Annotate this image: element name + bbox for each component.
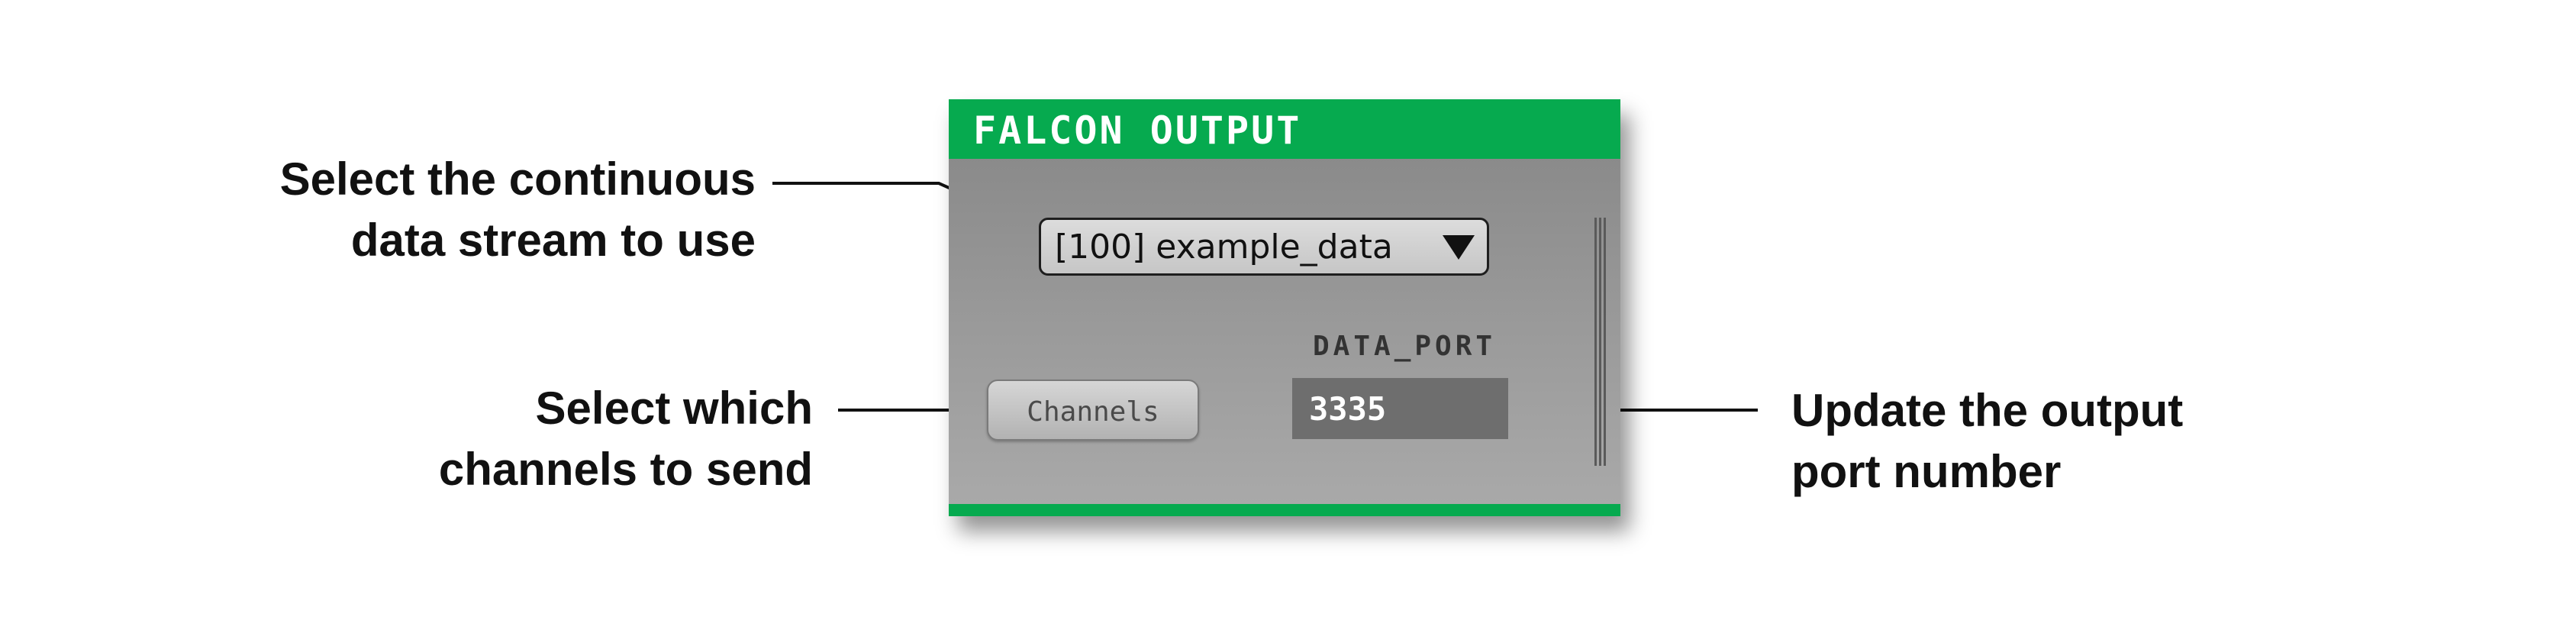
annotation-stream: Select the continuous data stream to use <box>229 149 756 271</box>
annotation-channels-line1: Select which <box>535 383 813 434</box>
stream-select-value: [100] example_data <box>1055 228 1393 267</box>
annotation-stream-line1: Select the continuous <box>279 153 756 205</box>
data-port-label: DATA_PORT <box>1313 331 1497 362</box>
stage: Select the continuous data stream to use… <box>0 0 2576 630</box>
panel-scrollbar[interactable] <box>1592 218 1609 466</box>
panel-title-bar: FALCON OUTPUT <box>949 99 1620 159</box>
stream-select[interactable]: [100] example_data <box>1039 218 1489 276</box>
annotation-port-line1: Update the output <box>1791 385 2184 436</box>
channels-button[interactable]: Channels <box>987 380 1199 441</box>
annotation-port: Update the output port number <box>1791 380 2326 502</box>
data-port-field[interactable] <box>1292 378 1508 439</box>
channels-button-label: Channels <box>1027 396 1159 428</box>
annotation-port-line2: port number <box>1791 446 2062 497</box>
panel-bottom-bar <box>949 504 1620 516</box>
panel-title: FALCON OUTPUT <box>973 108 1302 153</box>
annotation-channels-line2: channels to send <box>438 444 813 495</box>
annotation-channels: Select which channels to send <box>382 378 813 500</box>
falcon-output-panel: FALCON OUTPUT [100] example_data DATA_PO… <box>949 99 1620 516</box>
triangle-down-icon <box>1443 235 1475 260</box>
annotation-stream-line2: data stream to use <box>350 215 756 266</box>
